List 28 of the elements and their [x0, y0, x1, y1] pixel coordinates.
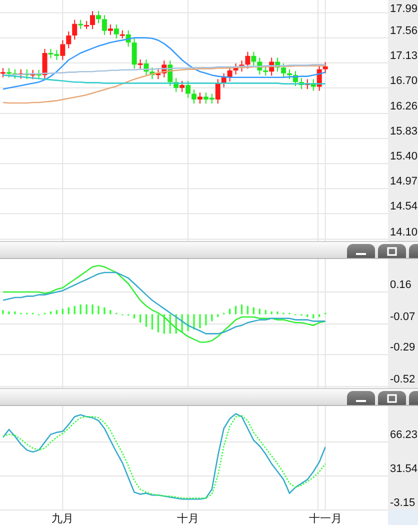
- minimize-button[interactable]: [347, 244, 375, 258]
- month-label: 十一月: [308, 513, 342, 525]
- axis-label: -0.29: [390, 342, 416, 354]
- axis-label: 0.16: [390, 278, 412, 291]
- axis-label: 16.26: [390, 100, 418, 113]
- axis-label: 15.40: [390, 150, 418, 163]
- axis-label: 31.54: [390, 463, 418, 475]
- axis-label: 14.10: [390, 226, 418, 238]
- window-button[interactable]: [409, 244, 418, 258]
- maximize-button[interactable]: [378, 244, 406, 258]
- axis-label: -0.52: [390, 374, 416, 386]
- axis-label: 17.13: [390, 50, 418, 62]
- maximize-icon: [387, 246, 397, 256]
- month-label: 十月: [177, 513, 200, 525]
- axis-label: 14.54: [390, 200, 418, 213]
- axis-label: -3.15: [390, 497, 416, 509]
- maximize-button[interactable]: [378, 391, 406, 405]
- window-button[interactable]: [409, 391, 418, 405]
- minimize-button[interactable]: [347, 391, 375, 405]
- axis-label: 14.97: [390, 176, 418, 188]
- axis-label: 17.56: [390, 24, 418, 37]
- month-label: 九月: [52, 513, 74, 525]
- axis-label: 66.23: [390, 429, 418, 441]
- axis-label: 16.70: [390, 74, 418, 87]
- axis-label: 17.99: [390, 3, 418, 15]
- axis-label: -0.07: [390, 310, 416, 323]
- axis-label: 15.83: [390, 126, 418, 138]
- maximize-icon: [387, 394, 397, 402]
